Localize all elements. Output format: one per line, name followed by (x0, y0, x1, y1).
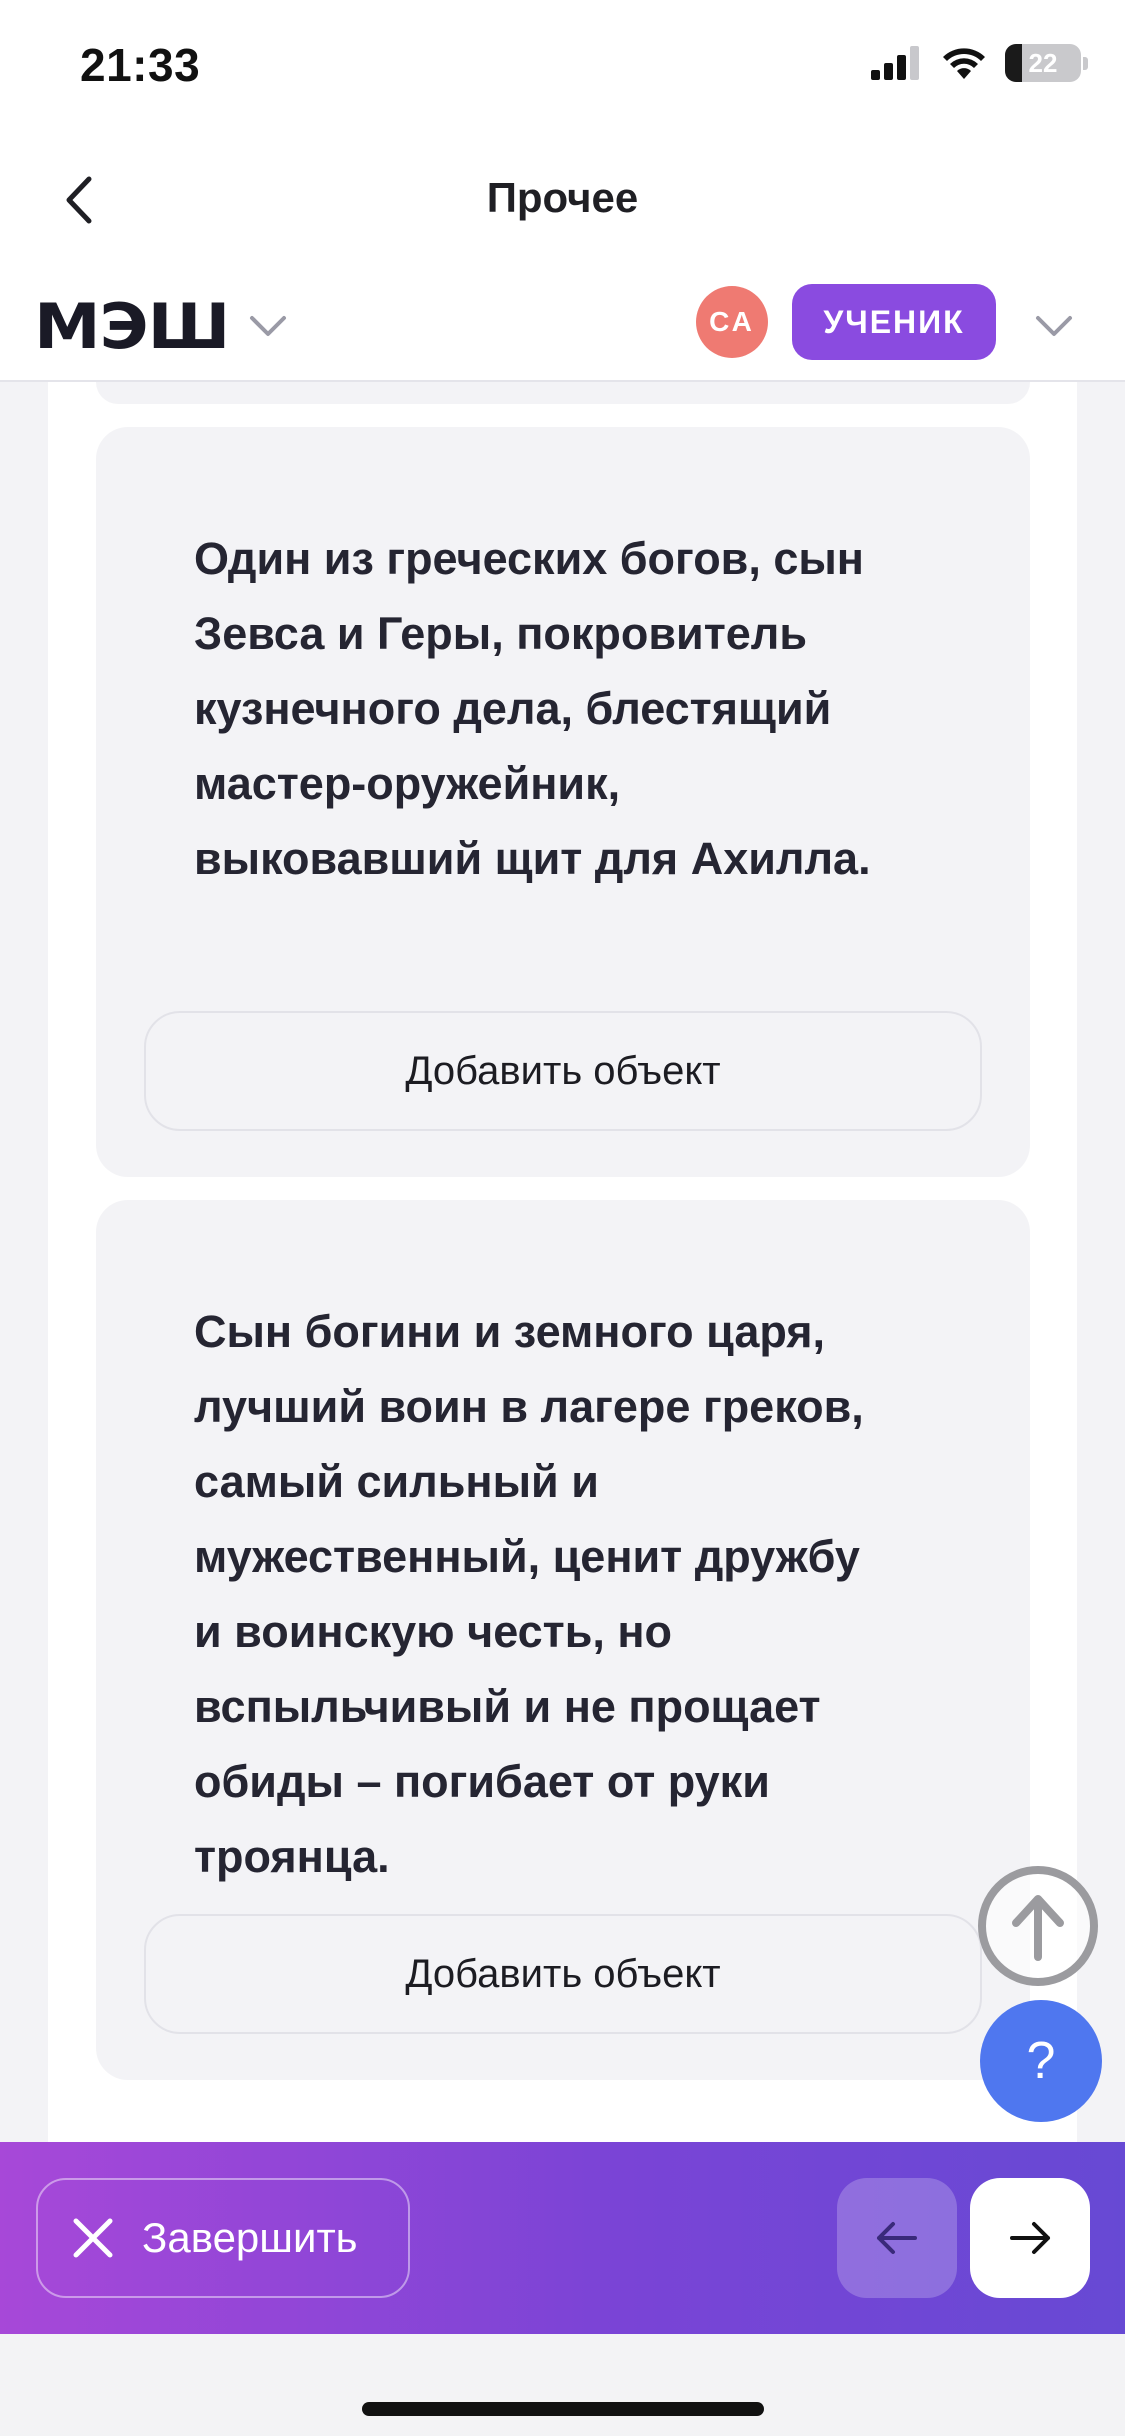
content-area: Один из греческих богов, сын Зевса и Гер… (48, 382, 1077, 2142)
home-indicator[interactable] (362, 2402, 764, 2416)
scroll-to-top-button[interactable] (978, 1866, 1098, 1986)
nav-header: Прочее (0, 140, 1125, 260)
matching-card: Сын богини и земного царя, лучший воин в… (96, 1200, 1030, 2080)
mesh-logo[interactable]: МЭШ (34, 290, 230, 363)
home-indicator-area (0, 2334, 1125, 2436)
next-button[interactable] (970, 2178, 1090, 2298)
status-time: 21:33 (80, 39, 201, 91)
battery-icon: 22 (1005, 44, 1088, 82)
add-object-button[interactable]: Добавить объект (144, 1914, 982, 2034)
page-title: Прочее (486, 174, 639, 221)
battery-fill (1005, 44, 1022, 82)
chevron-down-icon (1036, 316, 1072, 336)
role-badge[interactable]: УЧЕНИК (792, 284, 996, 360)
logo-dropdown[interactable] (246, 304, 290, 348)
cellular-signal-icon (871, 46, 919, 80)
finish-label: Завершить (142, 2214, 358, 2261)
brand-bar: МЭШ СА УЧЕНИК (0, 260, 1125, 382)
status-bar: 21:33 22 (0, 0, 1125, 140)
finish-button[interactable]: Завершить (36, 2178, 410, 2298)
wifi-icon (943, 48, 985, 79)
chevron-down-icon (250, 316, 286, 336)
bottom-action-bar: Завершить (0, 2142, 1125, 2334)
arrow-right-icon (1010, 2222, 1050, 2254)
app-screen: 21:33 22 Прочее МЭШ СА УЧЕНИК Один из гр… (0, 0, 1125, 2436)
role-dropdown[interactable] (1032, 304, 1076, 348)
arrow-left-icon (877, 2222, 917, 2254)
status-icons: 22 (871, 44, 1088, 82)
user-avatar[interactable]: СА (696, 286, 768, 358)
add-object-button[interactable]: Добавить объект (144, 1011, 982, 1131)
battery-level: 22 (1028, 47, 1058, 78)
previous-button[interactable] (837, 2178, 957, 2298)
help-button[interactable]: ? (980, 2000, 1102, 2122)
previous-card-edge (96, 382, 1030, 404)
matching-card: Один из греческих богов, сын Зевса и Гер… (96, 427, 1030, 1177)
card-description: Сын богини и земного царя, лучший воин в… (194, 1306, 864, 1882)
arrow-up-icon (1012, 1895, 1064, 1961)
card-description: Один из греческих богов, сын Зевса и Гер… (194, 533, 871, 884)
close-icon (73, 2218, 113, 2258)
